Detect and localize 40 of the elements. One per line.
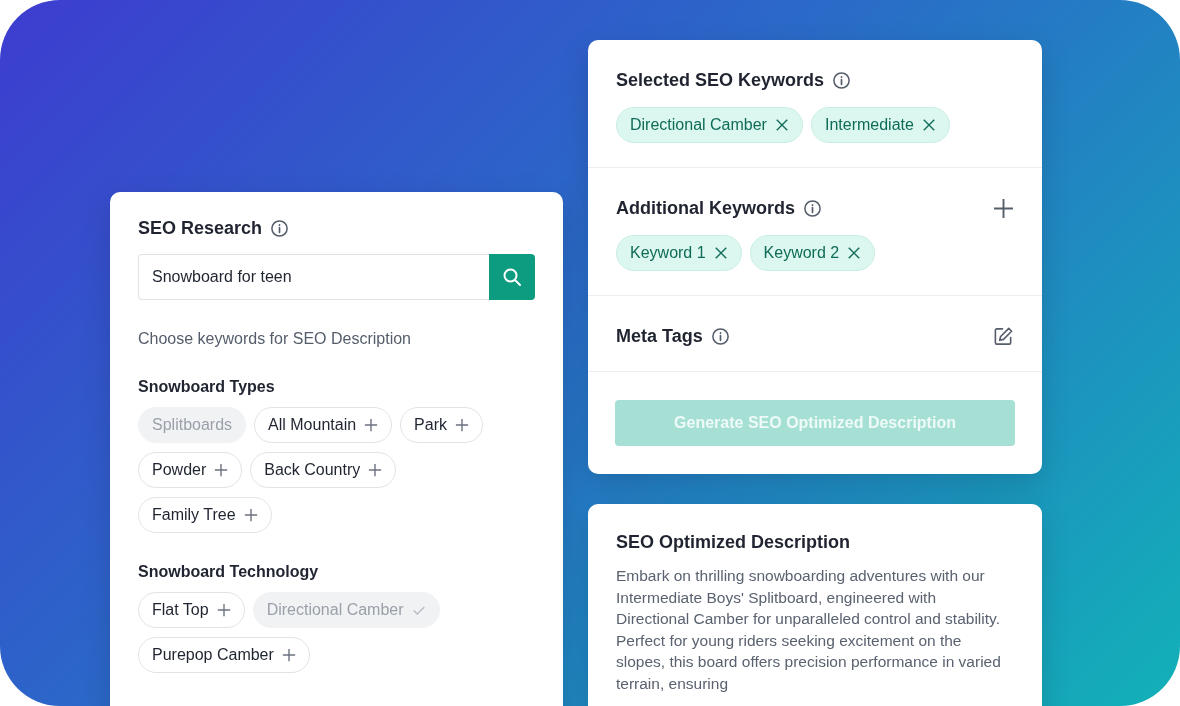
keyword-chip[interactable]: Park: [400, 407, 483, 443]
section-title: Selected SEO Keywords: [616, 70, 825, 91]
keyword-chip[interactable]: Back Country: [250, 452, 397, 488]
close-icon: [713, 246, 728, 260]
card-title: SEO Research: [138, 218, 263, 239]
plus-icon: [243, 508, 258, 522]
close-icon: [921, 118, 936, 132]
hint-text: Choose keywords for SEO Description: [138, 330, 412, 348]
plus-icon: [364, 418, 379, 432]
section-title: Additional Keywords: [616, 198, 795, 219]
keyword-chip[interactable]: Purepop Camber: [138, 637, 310, 673]
search-button[interactable]: [489, 254, 535, 300]
keyword-chip[interactable]: Powder: [138, 452, 243, 488]
keyword-tag[interactable]: Keyword 2: [749, 235, 876, 271]
plus-icon: [216, 603, 231, 617]
plus-icon: [368, 463, 383, 477]
search-field[interactable]: Snowboard for teen: [138, 254, 489, 300]
keyword-tag[interactable]: Directional Camber: [616, 107, 803, 143]
keyword-chip[interactable]: Flat Top: [138, 592, 245, 628]
section-title: Meta Tags: [616, 326, 703, 347]
group-title: Snowboard Types: [138, 378, 276, 396]
search-icon: [502, 267, 522, 287]
plus-icon[interactable]: [993, 198, 1014, 219]
close-icon: [847, 246, 862, 260]
keyword-chip[interactable]: Family Tree: [138, 497, 272, 533]
plus-icon: [214, 463, 229, 477]
group-title: Snowboard Technology: [138, 563, 320, 581]
edit-icon[interactable]: [993, 326, 1014, 347]
close-icon: [774, 118, 789, 132]
keyword-chip[interactable]: All Mountain: [254, 407, 393, 443]
keyword-tag[interactable]: Intermediate: [810, 107, 950, 143]
info-icon[interactable]: [832, 71, 852, 90]
keyword-tag[interactable]: Keyword 1: [616, 235, 742, 271]
info-icon[interactable]: [270, 219, 290, 238]
plus-icon: [455, 418, 469, 432]
plus-icon: [281, 648, 296, 662]
description-text: Embark on thrilling snowboarding adventures with our Intermediate Boys' Splitboard, engineered with Directional Camber for unparalleled control and stability. Perfect for young riders seeking excitement on the slopes, this board offers precision performance in varied terrain, ensuring: [616, 566, 1002, 694]
info-icon[interactable]: [803, 199, 822, 218]
card-title: SEO Optimized Description: [616, 532, 851, 552]
info-icon[interactable]: [710, 327, 730, 346]
